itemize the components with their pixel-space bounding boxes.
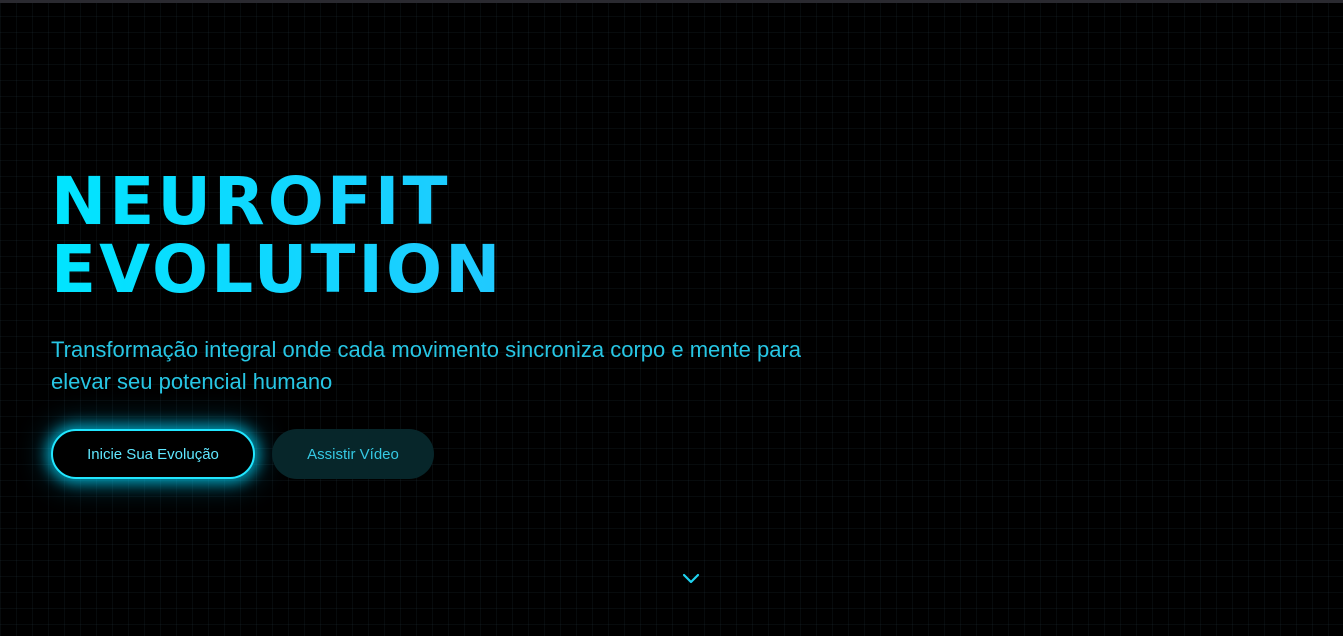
chevron-down-icon bbox=[682, 573, 700, 584]
hero-section: NEUROFIT EVOLUTION Transformação integra… bbox=[51, 168, 871, 398]
hero-title: NEUROFIT EVOLUTION bbox=[51, 168, 871, 304]
hero-title-line-1: NEUROFIT bbox=[51, 163, 451, 240]
top-border bbox=[0, 0, 1343, 3]
scroll-down-button[interactable] bbox=[681, 571, 701, 585]
cta-buttons: Inicie Sua Evolução Assistir Vídeo bbox=[51, 429, 434, 479]
watch-video-button[interactable]: Assistir Vídeo bbox=[272, 429, 434, 479]
hero-title-line-2: EVOLUTION bbox=[51, 231, 504, 308]
hero-subtitle: Transformação integral onde cada movimen… bbox=[51, 337, 802, 394]
landing-page: NEUROFIT EVOLUTION Transformação integra… bbox=[0, 0, 1343, 636]
start-evolution-button[interactable]: Inicie Sua Evolução bbox=[51, 429, 255, 479]
